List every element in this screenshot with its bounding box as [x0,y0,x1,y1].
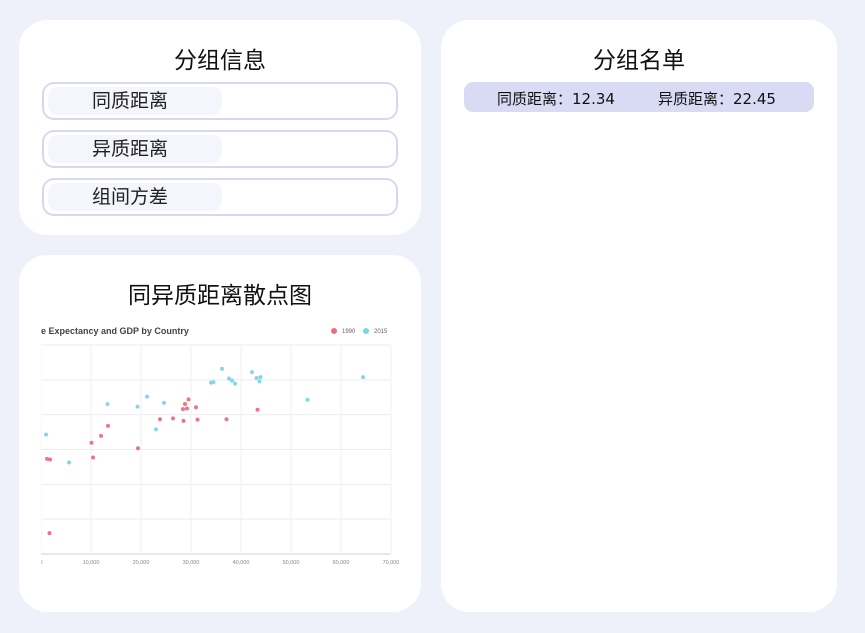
group-info-card: 分组信息 同质距离 异质距离 组间方差 [19,20,421,235]
scatter-point [48,457,52,462]
scatter-point [183,401,187,406]
scatter-point [224,417,229,422]
option-homogeneous-distance[interactable]: 同质距离 [42,82,398,120]
scatter-point [154,427,158,432]
homogeneous-distance-cell: 同质距离：12.34 [497,88,615,109]
x-tick-label: 0 [41,560,43,566]
scatter-point [211,380,216,385]
scatter-point [105,402,110,407]
scatter-point [162,400,166,405]
scatter-point [135,404,140,409]
scatter-point [194,405,198,410]
scatter-point [99,433,103,438]
scatter-chart: 0 10,000 20,000 30,000 40,000 50,000 60,000 70,… [41,326,399,566]
x-tick-label: 30,000 [183,560,200,566]
scatter-point [47,531,52,536]
scatter-card: 同异质距离散点图 0 10,000 20,000 30,000 40,000 50,000… [19,255,421,612]
x-tick-label: 20,000 [133,560,150,566]
scatter-point [250,370,254,375]
scatter-point [258,375,263,380]
scatter-point [185,406,189,411]
scatter-point [91,455,95,460]
homogeneous-distance-value: 12.34 [572,90,615,108]
scatter-point [171,416,175,421]
option-heterogeneous-distance[interactable]: 异质距离 [42,130,398,168]
scatter-point [136,446,140,451]
homogeneous-distance-label: 同质距离： [497,90,573,108]
scatter-point [89,440,94,445]
group-list-title: 分组名单 [593,48,685,74]
scatter-point [106,423,110,428]
scatter-point [145,394,149,399]
x-tick-label: 10,000 [83,560,100,566]
legend-marker [363,328,369,334]
legend-marker [331,328,337,334]
scatter-point [181,407,185,412]
scatter-point [67,460,71,465]
scatter-point [257,379,262,384]
heterogeneous-distance-value: 22.45 [733,90,776,108]
scatter-point [233,381,237,386]
scatter-point [181,418,186,423]
scatter-point [305,397,310,402]
group-list-row[interactable]: 同质距离：12.34 异质距离：22.45 [464,82,814,112]
legend-label: 1990 [342,329,356,335]
scatter-point [158,417,162,422]
x-tick-label: 40,000 [233,560,250,566]
legend-label: 2015 [374,329,388,335]
heterogeneous-distance-cell: 异质距离：22.45 [658,88,776,109]
scatter-point [361,375,365,380]
option-label: 同质距离 [92,90,169,112]
group-list-card: 分组名单 同质距离：12.34 异质距离：22.45 [441,20,837,612]
scatter-point [195,417,200,422]
option-label: 异质距离 [92,138,169,160]
x-tick-label: 60,000 [333,560,350,566]
scatter-point [254,376,259,381]
chart-title: e Expectancy and GDP by Country [41,326,189,336]
scatter-point [220,366,224,371]
scatter-point [255,407,260,412]
scatter-point [44,432,48,437]
scatter-title: 同异质距离散点图 [128,283,312,309]
x-tick-label: 70,000 [383,560,399,566]
scatter-point [230,378,234,383]
group-info-title: 分组信息 [174,48,266,74]
scatter-point [186,397,191,402]
option-between-group-variance[interactable]: 组间方差 [42,178,398,216]
heterogeneous-distance-label: 异质距离： [658,90,734,108]
option-label: 组间方差 [92,186,169,208]
x-tick-label: 50,000 [283,560,300,566]
